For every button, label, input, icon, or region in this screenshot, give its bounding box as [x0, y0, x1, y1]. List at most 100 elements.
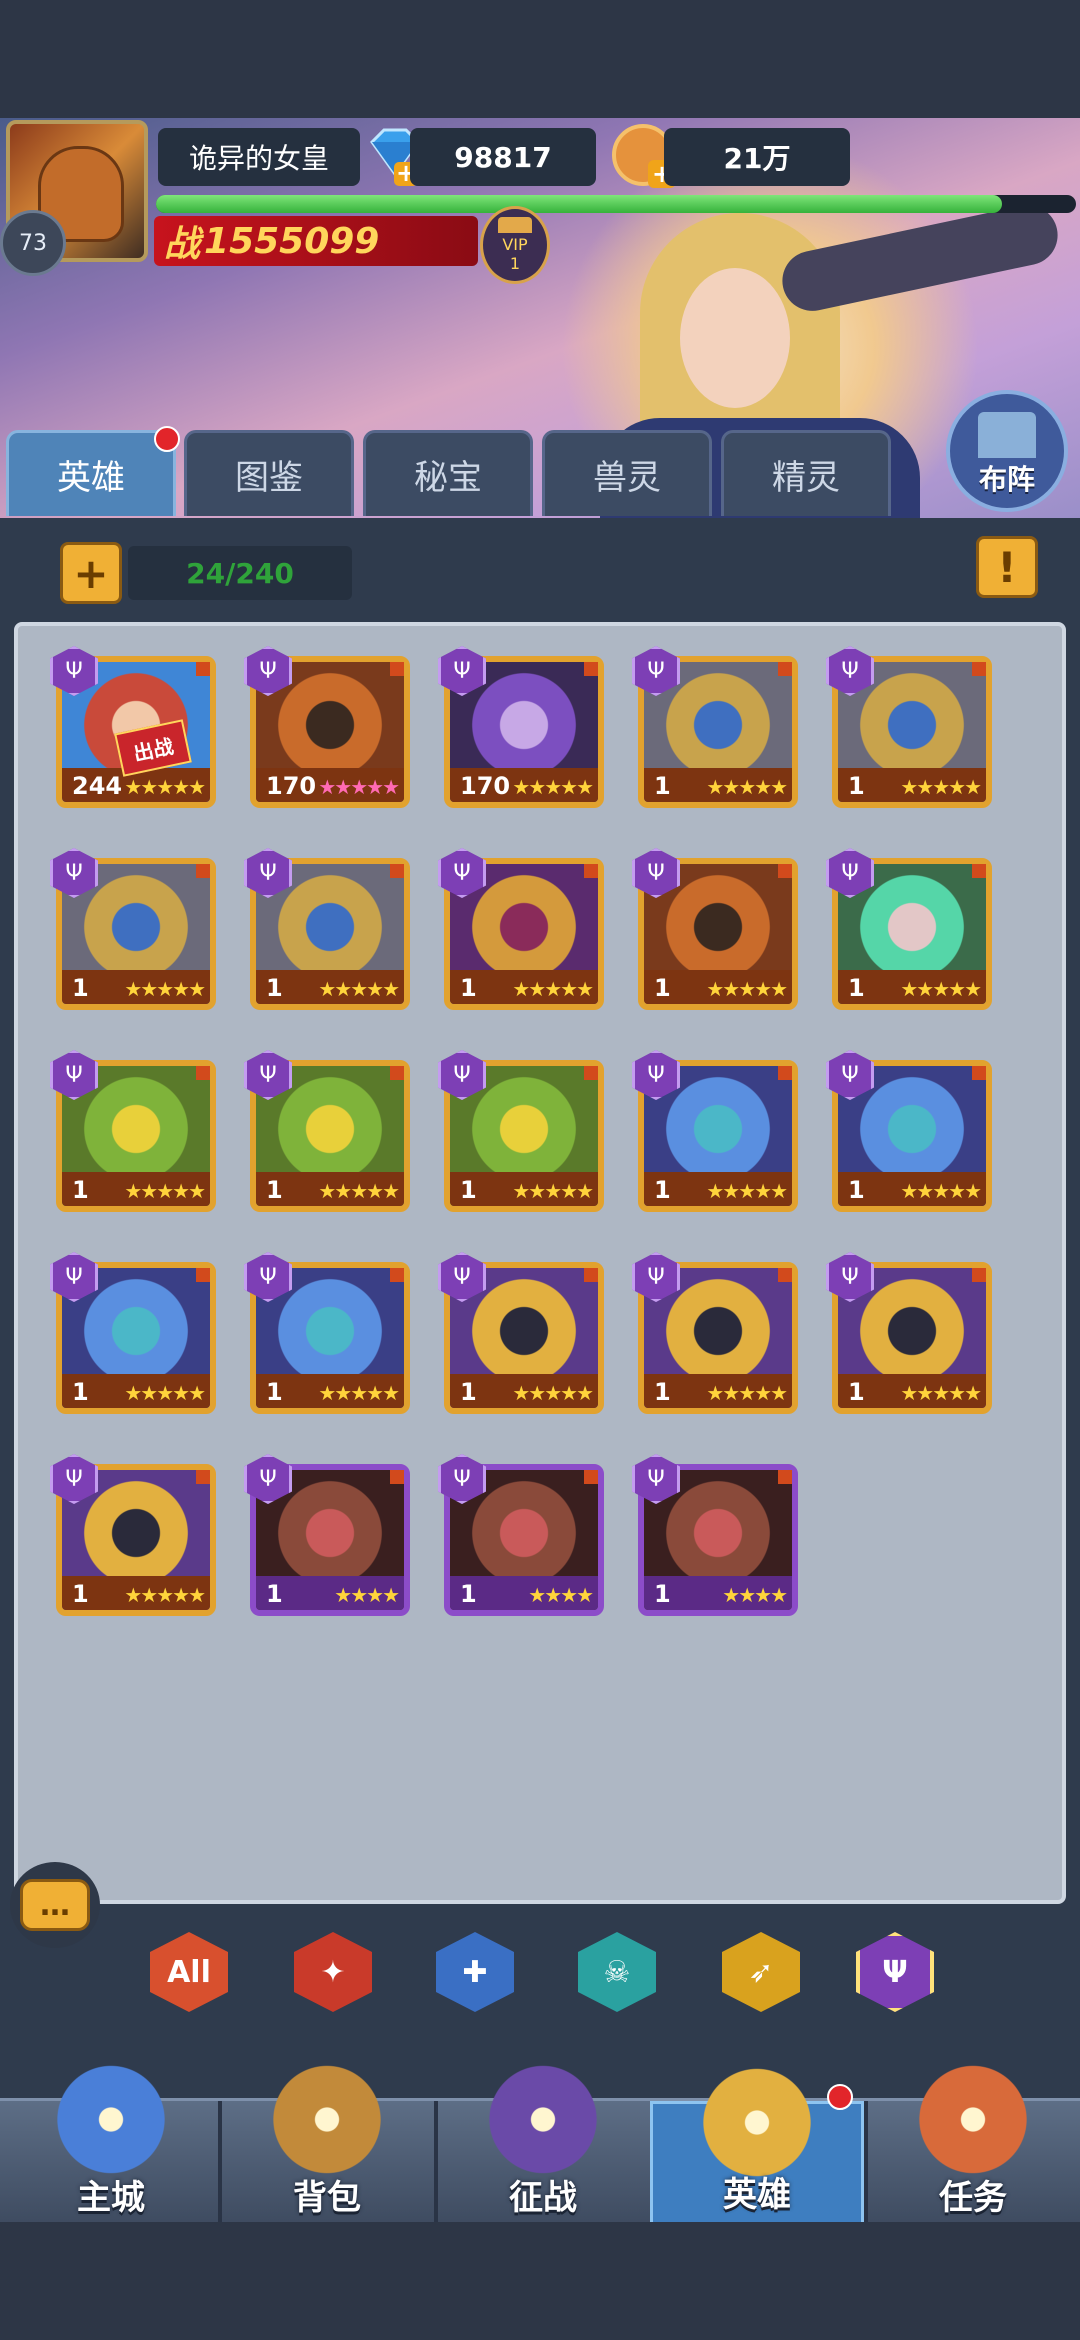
hero-stars: ★★★★: [334, 1583, 400, 1607]
hero-stars: ★★★★: [528, 1583, 594, 1607]
tab-label: 精灵: [772, 458, 840, 498]
tab-label: 兽灵: [593, 458, 661, 498]
hero-stars: ★★★★★: [706, 775, 788, 799]
hero-card[interactable]: 1 ★★★★★ Ψ: [244, 1252, 418, 1422]
corner-flag-icon: [390, 864, 404, 878]
tab-heroes[interactable]: 英雄: [6, 430, 176, 516]
cross-filter-icon[interactable]: ✚: [436, 1932, 514, 2012]
player-name: 诡异的女皇: [158, 128, 360, 186]
hero-stars: ★★★★★: [512, 977, 594, 1001]
tab-elf[interactable]: 精灵: [721, 430, 891, 516]
nav-hero-helmet[interactable]: 英雄: [650, 2064, 864, 2225]
hero-card[interactable]: 1 ★★★★★ Ψ: [632, 646, 806, 816]
hero-card[interactable]: 1 ★★★★★ Ψ: [826, 646, 1000, 816]
hero-card[interactable]: 1 ★★★★★ Ψ: [50, 1252, 224, 1422]
hero-stars: ★★★★★: [124, 1179, 206, 1203]
corner-flag-icon: [390, 662, 404, 676]
hero-card[interactable]: 1 ★★★★★ Ψ: [826, 848, 1000, 1018]
hero-level: 1: [266, 1378, 283, 1406]
exp-bar-fill: [156, 195, 1003, 213]
hero-level: 1: [654, 974, 671, 1002]
exp-bar: [156, 195, 1076, 213]
add-slots-button[interactable]: +: [60, 542, 122, 604]
tab-treasure[interactable]: 秘宝: [363, 430, 533, 516]
filter-label: ✚: [462, 1954, 488, 1990]
hero-card[interactable]: 170 ★★★★★ Ψ: [438, 646, 612, 816]
hero-level: 1: [848, 1176, 865, 1204]
corner-flag-icon: [584, 662, 598, 676]
combat-power: 战 1555099: [154, 216, 478, 266]
hero-stars: ★★★★★: [124, 977, 206, 1001]
hero-level: 1: [654, 772, 671, 800]
info-button[interactable]: !: [976, 536, 1038, 598]
corner-flag-icon: [196, 1066, 210, 1080]
vip-badge[interactable]: VIP 1: [480, 206, 550, 284]
hero-level: 1: [654, 1580, 671, 1608]
exclamation-icon: !: [997, 542, 1017, 592]
hero-card[interactable]: 1 ★★★★★ Ψ: [50, 1454, 224, 1624]
footer-bar: [0, 2222, 1080, 2340]
hero-card[interactable]: 1 ★★★★★ Ψ: [826, 1252, 1000, 1422]
hero-card[interactable]: 1 ★★★★★ Ψ: [438, 848, 612, 1018]
hero-level: 1: [460, 1580, 477, 1608]
corner-flag-icon: [778, 1066, 792, 1080]
hero-stars: ★★★★★: [706, 977, 788, 1001]
hero-stars: ★★★★★: [900, 1179, 982, 1203]
hero-card[interactable]: 1 ★★★★★ Ψ: [438, 1252, 612, 1422]
hero-stars: ★★★★: [722, 1583, 788, 1607]
hero-card[interactable]: 1 ★★★★★ Ψ: [50, 1050, 224, 1220]
hero-card[interactable]: 1 ★★★★★ Ψ: [438, 1050, 612, 1220]
hero-card[interactable]: 1 ★★★★★ Ψ: [632, 848, 806, 1018]
formation-button[interactable]: 布阵: [946, 390, 1068, 512]
hero-card[interactable]: 1 ★★★★ Ψ: [632, 1454, 806, 1624]
nav-dragon-portal[interactable]: 征战: [436, 2061, 650, 2225]
nav-castle[interactable]: 主城: [4, 2061, 218, 2225]
faction-filter-bar: All ✦ ✚ ☠ ➶ Ψ: [0, 1922, 1080, 2022]
hero-card[interactable]: 1 ★★★★★ Ψ: [632, 1252, 806, 1422]
nav-scroll[interactable]: 任务: [866, 2061, 1080, 2225]
tab-beast-spirit[interactable]: 兽灵: [542, 430, 712, 516]
corner-flag-icon: [390, 1470, 404, 1484]
hero-card[interactable]: 1 ★★★★ Ψ: [244, 1454, 418, 1624]
nav-chest[interactable]: 背包: [220, 2061, 434, 2225]
filter-label: ☠: [603, 1954, 631, 1990]
power-label: 战: [164, 224, 201, 265]
tab-codex[interactable]: 图鉴: [184, 430, 354, 516]
corner-flag-icon: [972, 864, 986, 878]
nav-label: 主城: [77, 2178, 145, 2218]
hero-level: 1: [72, 974, 89, 1002]
hero-card[interactable]: 1 ★★★★★ Ψ: [632, 1050, 806, 1220]
hero-stars: ★★★★★: [124, 775, 206, 799]
hero-stars: ★★★★★: [512, 775, 594, 799]
hero-level: 1: [848, 1378, 865, 1406]
hero-level: 1: [266, 1176, 283, 1204]
power-value: 1555099: [204, 220, 380, 262]
wing-filter-icon[interactable]: ➶: [722, 1932, 800, 2012]
hero-stars: ★★★★★: [900, 1381, 982, 1405]
hero-card[interactable]: 1 ★★★★★ Ψ: [826, 1050, 1000, 1220]
hero-level: 1: [460, 1378, 477, 1406]
hero-card[interactable]: 1 ★★★★★ Ψ: [244, 848, 418, 1018]
corner-flag-icon: [584, 1268, 598, 1282]
corner-flag-icon: [972, 1066, 986, 1080]
hero-card[interactable]: 1 ★★★★ Ψ: [438, 1454, 612, 1624]
skull-filter-icon[interactable]: ☠: [578, 1932, 656, 2012]
hero-card[interactable]: 170 ★★★★★ Ψ: [244, 646, 418, 816]
fire-filter-icon[interactable]: ✦: [294, 1932, 372, 2012]
hero-level: 1: [72, 1176, 89, 1204]
trident-filter-icon[interactable]: Ψ: [856, 1932, 934, 2012]
plus-icon: +: [73, 548, 109, 598]
hero-card[interactable]: 1 ★★★★★ Ψ: [50, 848, 224, 1018]
hero-grid-panel: 244 ★★★★★ Ψ 出战 170 ★★★★★ Ψ 170 ★★★★★ Ψ 1 ★★★★★ Ψ 1 ★★★…: [14, 622, 1066, 1904]
all-filter-icon[interactable]: All: [150, 1932, 228, 2012]
hero-card[interactable]: 244 ★★★★★ Ψ 出战: [50, 646, 224, 816]
corner-flag-icon: [390, 1268, 404, 1282]
vip-label: VIP: [502, 235, 528, 254]
filter-label: Ψ: [882, 1954, 908, 1990]
corner-flag-icon: [778, 662, 792, 676]
filter-label: All: [167, 1954, 211, 1990]
hero-card[interactable]: 1 ★★★★★ Ψ: [244, 1050, 418, 1220]
hero-stars: ★★★★★: [318, 1381, 400, 1405]
corner-flag-icon: [778, 1268, 792, 1282]
notification-dot: [154, 426, 180, 452]
